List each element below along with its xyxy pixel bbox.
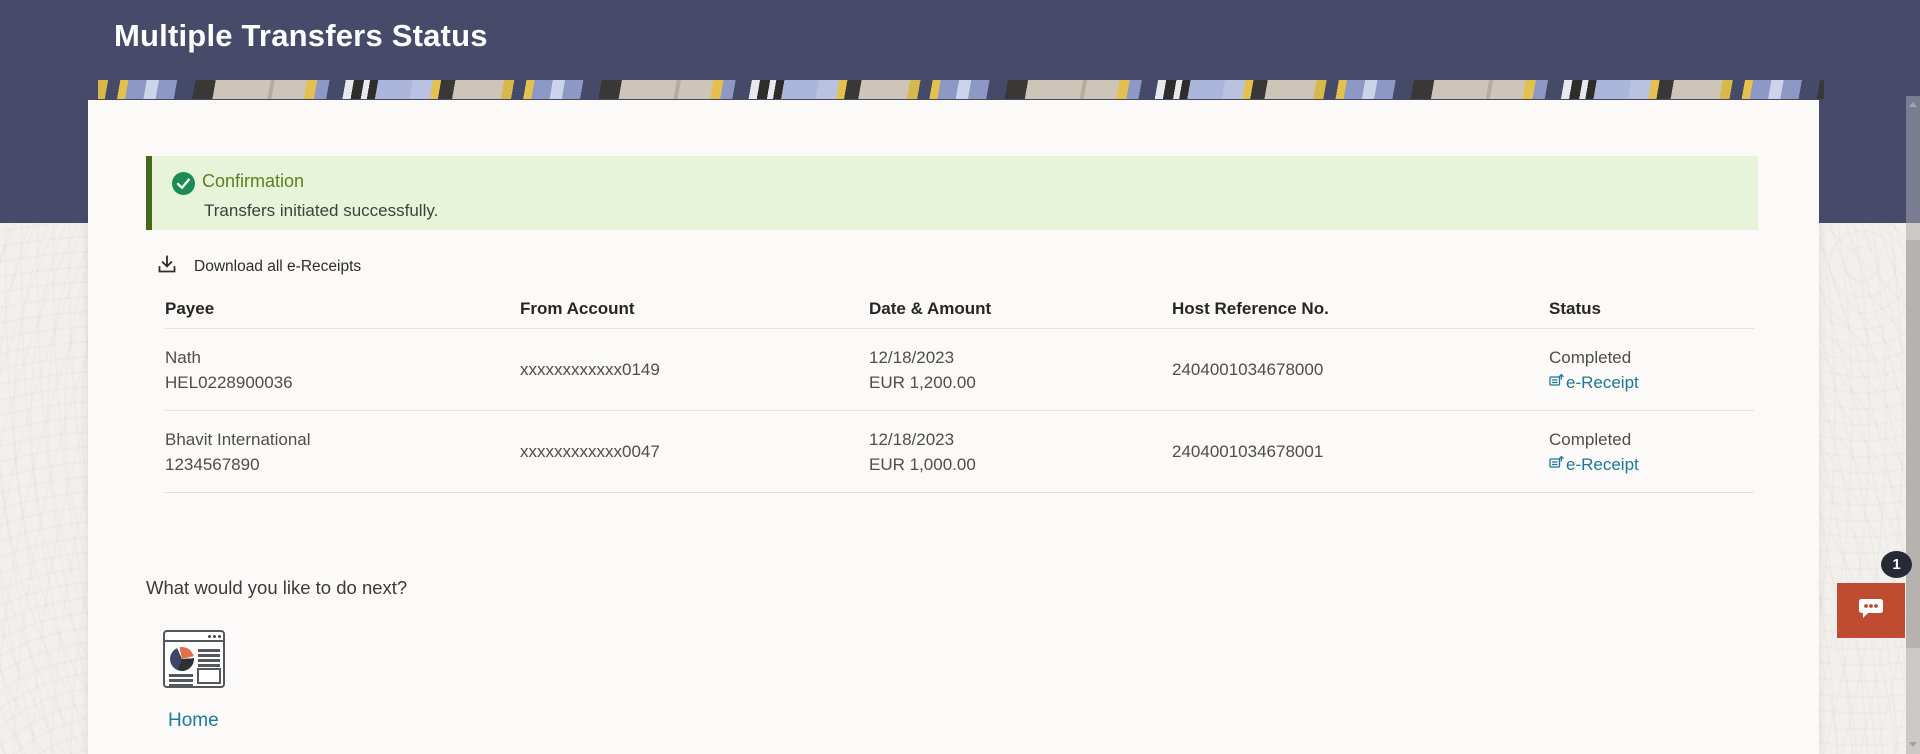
success-check-icon — [172, 172, 195, 195]
host-reference-cell: 2404001034678000 — [1172, 360, 1324, 379]
payee-id: HEL0228900036 — [165, 372, 293, 392]
home-icon-titlebar — [165, 632, 223, 642]
confirmation-message: Transfers initiated successfully. — [204, 201, 439, 220]
download-all-receipts-link[interactable]: Download all e-Receipts — [156, 252, 361, 282]
chat-launcher-button[interactable] — [1837, 583, 1905, 638]
transfers-status-table: Payee From Account Date & Amount Host Re… — [165, 289, 1754, 493]
from-account-cell: xxxxxxxxxxxx0149 — [520, 360, 660, 379]
home-shortcut[interactable]: Home — [163, 630, 273, 732]
decorative-banner-strip — [98, 80, 1824, 99]
transfer-amount: EUR 1,000.00 — [869, 454, 976, 474]
status-cell: Completed e-Receipt — [1549, 427, 1754, 477]
column-header-status: Status — [1549, 298, 1601, 318]
page: Multiple Transfers Status Confirmation T… — [0, 0, 1920, 754]
download-icon — [156, 254, 178, 281]
status-text: Completed — [1549, 347, 1632, 367]
date-amount-cell: 12/18/2023 EUR 1,200.00 — [869, 345, 1172, 395]
home-link[interactable]: Home — [168, 710, 273, 732]
chat-unread-badge: 1 — [1881, 551, 1912, 578]
payee-id: 1234567890 — [165, 454, 260, 474]
e-receipt-icon — [1549, 452, 1564, 477]
column-header-payee: Payee — [165, 298, 215, 318]
host-reference-cell: 2404001034678001 — [1172, 442, 1324, 461]
scrollbar-thumb[interactable] — [1906, 240, 1920, 648]
scrollbar-down-arrow[interactable] — [1909, 742, 1917, 747]
e-receipt-label: e-Receipt — [1566, 454, 1639, 474]
next-steps-prompt: What would you like to do next? — [146, 577, 408, 598]
pie-chart-glyph — [167, 644, 197, 674]
payee-name: Bhavit International — [165, 429, 311, 449]
table-row: Bhavit International 1234567890 xxxxxxxx… — [165, 411, 1754, 493]
e-receipt-link[interactable]: e-Receipt — [1549, 370, 1639, 395]
confirmation-banner: Confirmation Transfers initiated success… — [146, 156, 1758, 230]
chat-bubble-icon — [1854, 594, 1888, 627]
scrollbar-track[interactable] — [1906, 96, 1920, 223]
status-text: Completed — [1549, 429, 1632, 449]
payee-cell: Bhavit International 1234567890 — [165, 427, 520, 477]
home-icon-panel — [197, 668, 221, 684]
payee-cell: Nath HEL0228900036 — [165, 345, 520, 395]
transfer-date: 12/18/2023 — [869, 347, 955, 367]
table-row: Nath HEL0228900036 xxxxxxxxxxxx0149 12/1… — [165, 329, 1754, 411]
from-account-cell: xxxxxxxxxxxx0047 — [520, 442, 660, 461]
date-amount-cell: 12/18/2023 EUR 1,000.00 — [869, 427, 1172, 477]
home-icon[interactable] — [163, 630, 225, 688]
column-header-date-amount: Date & Amount — [869, 298, 992, 318]
e-receipt-label: e-Receipt — [1566, 372, 1639, 392]
payee-name: Nath — [165, 347, 201, 367]
transfer-amount: EUR 1,200.00 — [869, 372, 976, 392]
column-header-from-account: From Account — [520, 298, 635, 318]
download-all-label: Download all e-Receipts — [194, 258, 362, 275]
e-receipt-icon — [1549, 370, 1564, 395]
scrollbar-up-arrow[interactable] — [1909, 102, 1917, 107]
table-header-row: Payee From Account Date & Amount Host Re… — [165, 289, 1754, 329]
confirmation-title: Confirmation — [202, 171, 305, 191]
content-card: Confirmation Transfers initiated success… — [88, 100, 1819, 754]
transfer-date: 12/18/2023 — [869, 429, 955, 449]
column-header-host-reference: Host Reference No. — [1172, 298, 1329, 318]
e-receipt-link[interactable]: e-Receipt — [1549, 452, 1639, 477]
page-title: Multiple Transfers Status — [114, 18, 488, 53]
status-cell: Completed e-Receipt — [1549, 345, 1754, 395]
